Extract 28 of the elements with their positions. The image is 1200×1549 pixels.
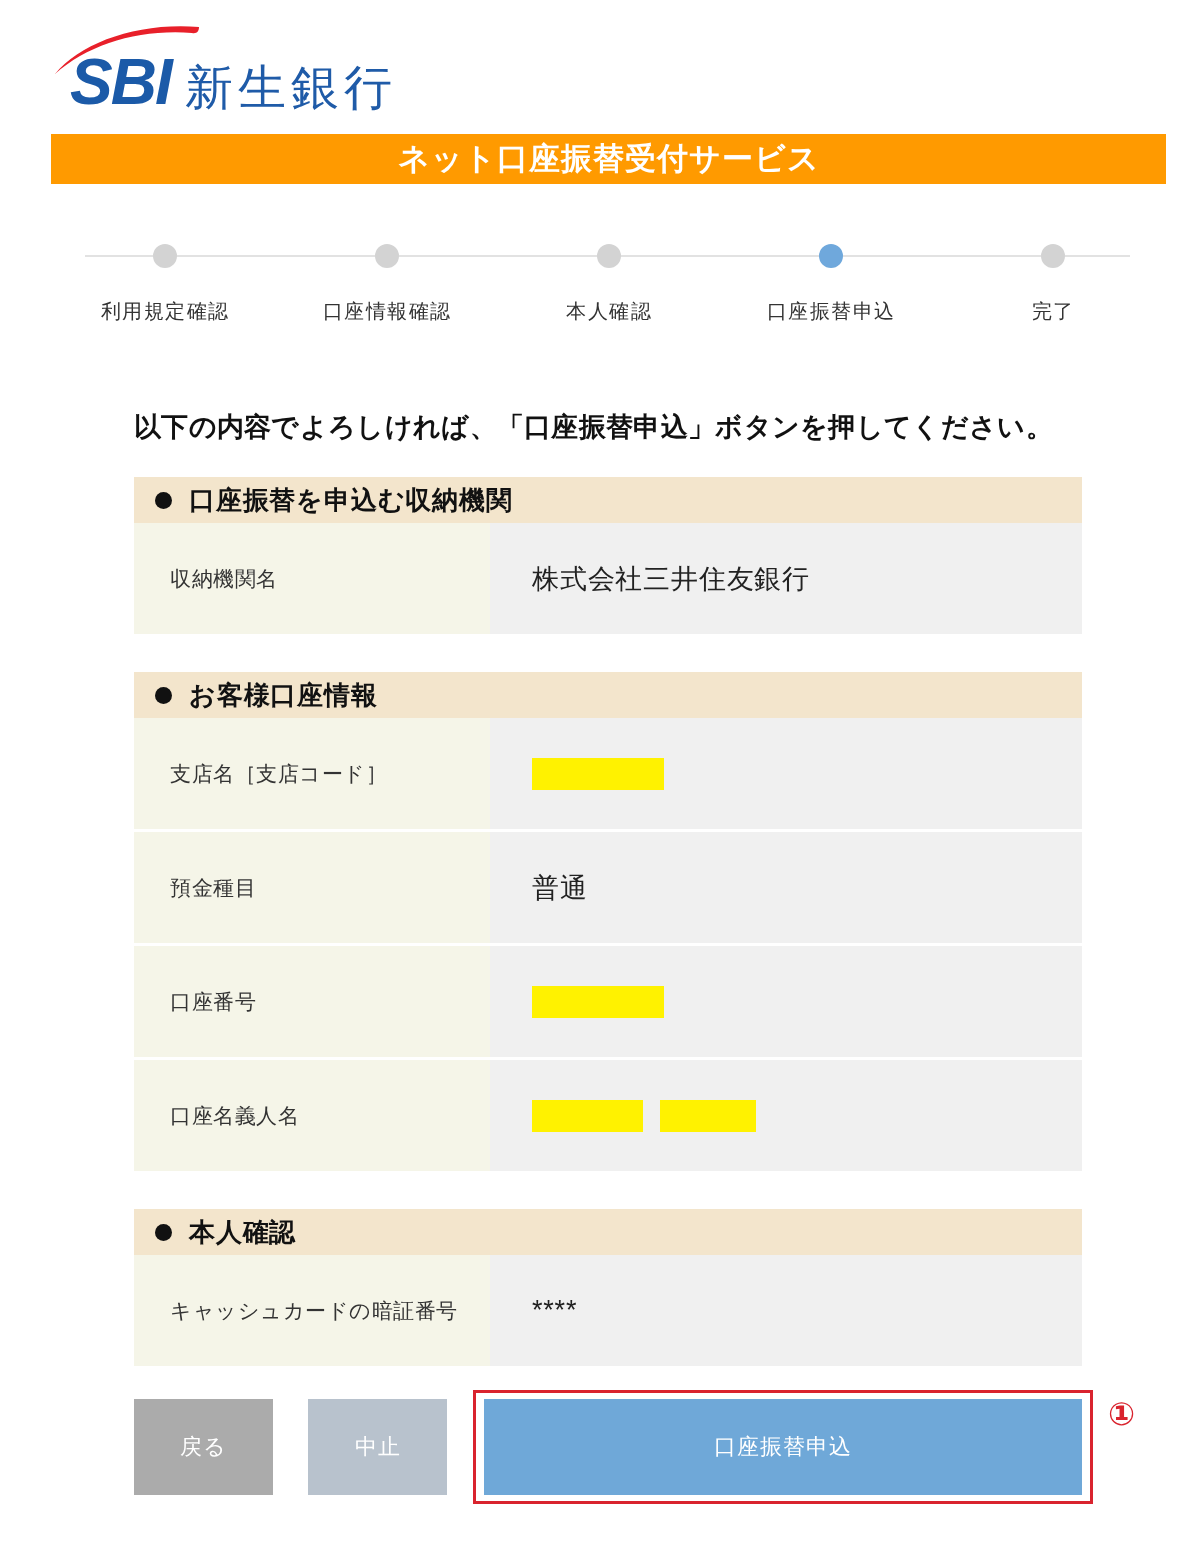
bullet-icon — [155, 1223, 172, 1241]
submit-button[interactable]: 口座振替申込 — [484, 1399, 1082, 1495]
field-label: 支店名［支店コード］ — [134, 718, 490, 829]
field-label: キャッシュカードの暗証番号 — [134, 1255, 490, 1366]
step-label: 完了 — [1031, 299, 1075, 324]
step-label: 本人確認 — [566, 299, 652, 324]
step-label: 利用規定確認 — [100, 299, 230, 324]
bullet-icon — [155, 491, 172, 509]
step-label: 口座振替申込 — [766, 299, 896, 324]
cancel-button[interactable]: 中止 — [308, 1399, 447, 1495]
section-title: お客様口座情報 — [189, 678, 378, 712]
field-label: 収納機関名 — [134, 523, 490, 634]
field-label: 預金種目 — [134, 832, 490, 943]
service-banner: ネット口座振替受付サービス — [51, 134, 1166, 184]
callout-number: ① — [1108, 1398, 1136, 1430]
back-button[interactable]: 戻る — [134, 1399, 273, 1495]
field-value: 普通 — [490, 832, 1082, 943]
instruction-text: 以下の内容でよろしければ、「口座振替申込」ボタンを押してください。 — [134, 411, 1054, 444]
bullet-icon — [155, 686, 172, 704]
field-label: 口座名義人名 — [134, 1060, 490, 1171]
logo-mark: SBI — [70, 50, 171, 114]
field-value: **** — [490, 1255, 1082, 1366]
field-value: 株式会社三井住友銀行 — [490, 523, 1082, 634]
field-label: 口座番号 — [134, 946, 490, 1057]
step-label: 口座情報確認 — [322, 299, 452, 324]
bank-name: 新生銀行 — [184, 64, 397, 112]
section-title: 本人確認 — [189, 1215, 297, 1249]
section-title: 口座振替を申込む収納機関 — [189, 483, 513, 517]
